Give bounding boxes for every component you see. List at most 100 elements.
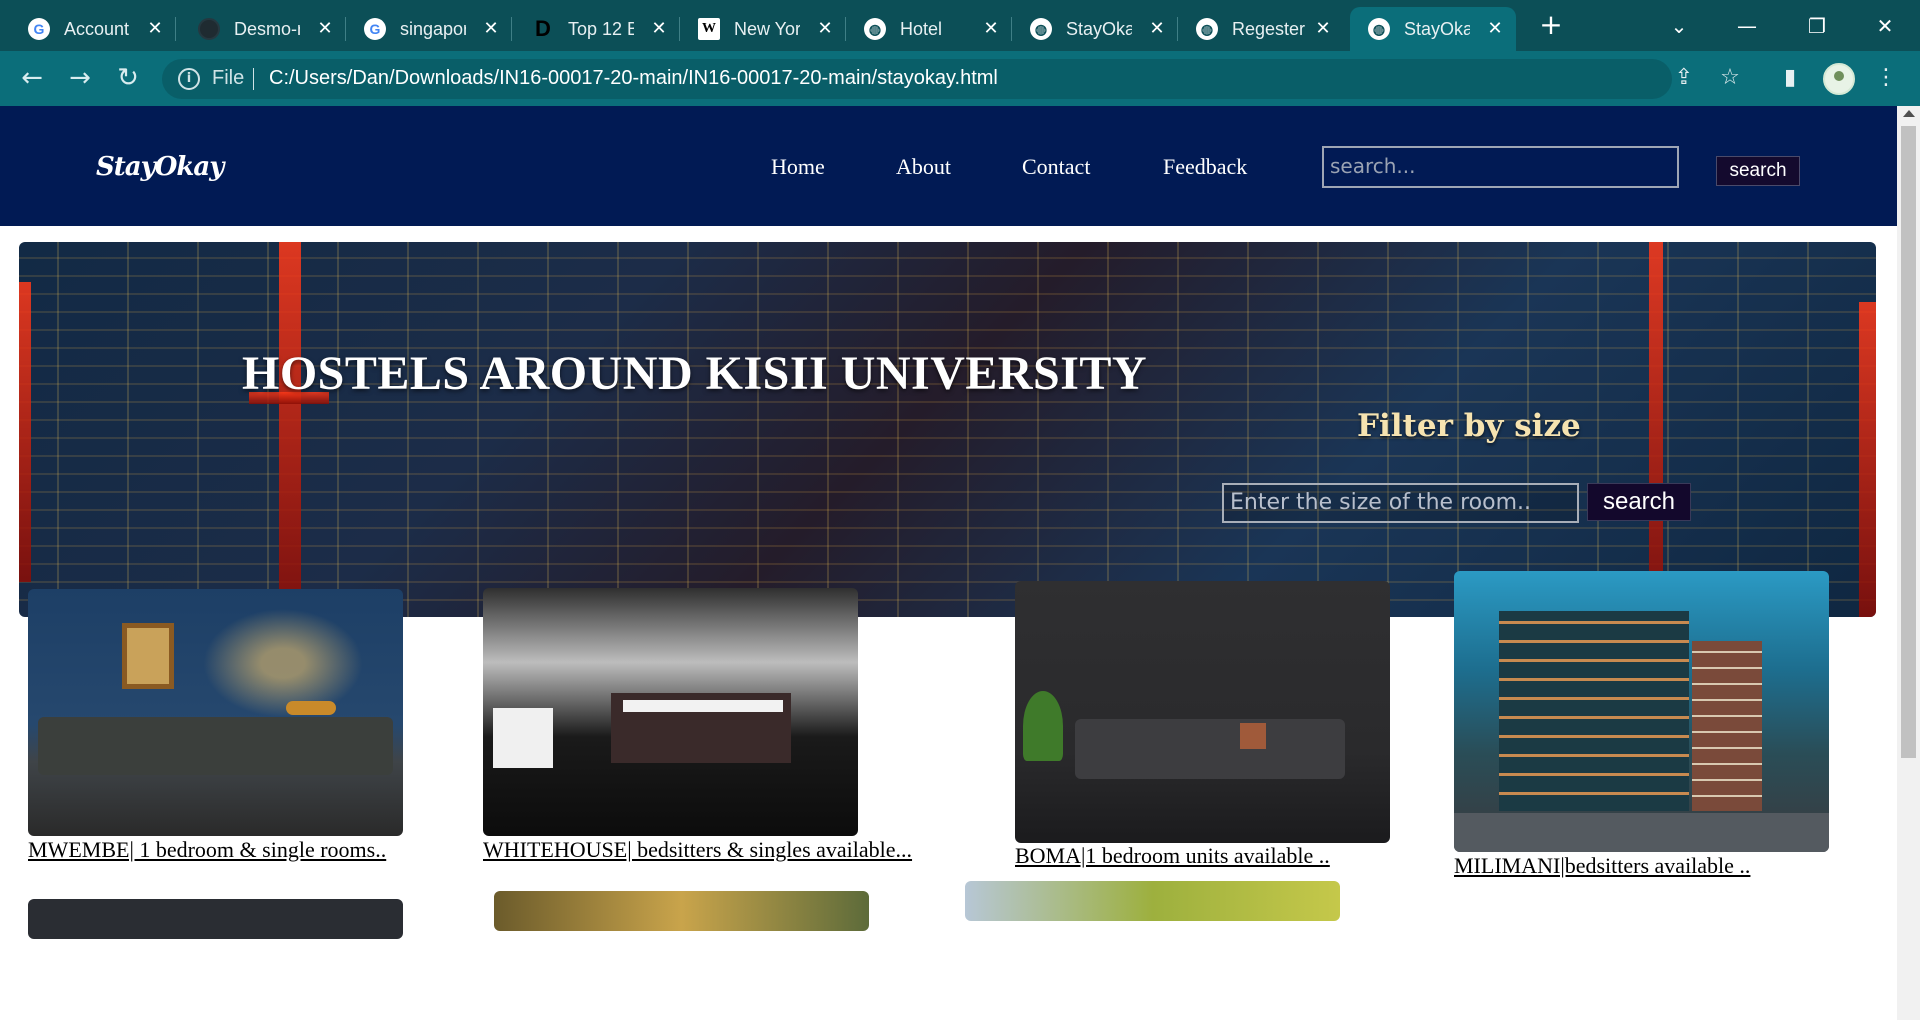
nav-home-link[interactable]: Home: [771, 154, 825, 180]
tab-title: singapor: [400, 18, 466, 39]
side-panel-icon[interactable]: ▮: [1774, 62, 1806, 94]
page-viewport: StayOkay Home About Contact Feedback sea…: [0, 106, 1897, 1020]
close-icon[interactable]: ✕: [314, 17, 336, 39]
tab-title: Regester: [1232, 18, 1306, 39]
share-icon[interactable]: ⇪: [1668, 62, 1700, 94]
menu-kebab-icon[interactable]: ⋮: [1870, 62, 1902, 94]
hero-title: HOSTELS AROUND KISII UNIVERSITY: [242, 347, 1148, 400]
site-search-button[interactable]: search: [1716, 156, 1800, 186]
bookmark-star-icon[interactable]: ☆: [1714, 62, 1746, 94]
browser-tab[interactable]: D Top 12 B ✕: [514, 7, 680, 51]
close-icon[interactable]: ✕: [1146, 17, 1168, 39]
globe-icon: ◍: [864, 18, 886, 40]
minimize-icon[interactable]: —: [1722, 8, 1772, 44]
browser-tab[interactable]: Desmo-r ✕: [180, 7, 346, 51]
browser-tab[interactable]: ◍ StayOkay ✕: [1012, 7, 1178, 51]
site-logo[interactable]: StayOkay: [96, 152, 224, 182]
browser-tab[interactable]: G Account ✕: [10, 7, 176, 51]
site-header: StayOkay Home About Contact Feedback sea…: [0, 106, 1897, 226]
reload-icon[interactable]: ↻: [110, 60, 146, 96]
headboard-decor: [623, 700, 783, 712]
browser-tab-active[interactable]: ◍ StayOkay ✕: [1350, 7, 1516, 51]
listing-link-mwembe[interactable]: MWEMBE| 1 bedroom & single rooms..: [28, 837, 386, 863]
github-icon: [198, 18, 220, 40]
globe-icon: ◍: [1030, 18, 1052, 40]
tab-title: Top 12 B: [568, 18, 634, 39]
tab-title: Account: [64, 18, 130, 39]
listing-link-milimani[interactable]: MILIMANI|bedsitters available ..: [1454, 853, 1750, 879]
sofa-decor: [1075, 719, 1345, 779]
site-search-input[interactable]: search...: [1322, 146, 1679, 188]
forward-arrow-icon[interactable]: →: [62, 60, 98, 96]
listing-image-milimani[interactable]: [1454, 571, 1829, 852]
plant-decor: [1023, 691, 1063, 761]
page-scrollbar[interactable]: [1897, 106, 1920, 1020]
close-icon[interactable]: ✕: [144, 17, 166, 39]
new-tab-button[interactable]: +: [1535, 10, 1567, 42]
address-divider: [253, 68, 254, 90]
daybed-decor: [38, 717, 393, 775]
street-decor: [1454, 813, 1829, 852]
close-icon[interactable]: ✕: [1312, 17, 1334, 39]
listing-image-mwembe[interactable]: [28, 589, 403, 836]
close-icon[interactable]: ✕: [980, 17, 1002, 39]
scroll-up-arrow-icon[interactable]: [1903, 110, 1915, 117]
listing-link-whitehouse[interactable]: WHITEHOUSE| bedsitters & singles availab…: [483, 837, 912, 863]
close-icon[interactable]: ✕: [1484, 17, 1506, 39]
building-decor: [1499, 611, 1689, 811]
tab-title: Desmo-r: [234, 18, 300, 39]
listing-image-partial[interactable]: [494, 891, 869, 931]
hero-banner: HOSTELS AROUND KISII UNIVERSITY Filter b…: [19, 242, 1876, 617]
tab-separator: [511, 17, 512, 41]
listing-link-boma[interactable]: BOMA|1 bedroom units available ..: [1015, 843, 1330, 869]
restore-icon[interactable]: ❐: [1792, 8, 1842, 44]
scrollbar-thumb[interactable]: [1901, 126, 1916, 758]
dresser-decor: [493, 708, 553, 768]
tab-separator: [175, 17, 176, 41]
tab-search-icon[interactable]: ⌄: [1654, 8, 1704, 44]
window-close-icon[interactable]: ✕: [1860, 8, 1910, 44]
nav-feedback-link[interactable]: Feedback: [1163, 154, 1247, 180]
listing-image-partial[interactable]: [965, 881, 1340, 921]
mirror-decor: [122, 623, 174, 689]
scheme-label: File: [212, 67, 245, 89]
google-icon: G: [28, 18, 50, 40]
globe-icon: ◍: [1196, 18, 1218, 40]
listing-image-whitehouse[interactable]: [483, 588, 858, 836]
browser-tab-strip: G Account ✕ Desmo-r ✕ G singapor ✕ D Top…: [0, 0, 1920, 51]
close-icon[interactable]: ✕: [648, 17, 670, 39]
cushion-decor: [1240, 723, 1266, 749]
back-arrow-icon[interactable]: ←: [14, 60, 50, 96]
nav-about-link[interactable]: About: [896, 154, 951, 180]
tab-title: New Yor: [734, 18, 800, 39]
tab-title: Hotel: [900, 18, 943, 39]
hero-tower-decor: [1859, 302, 1876, 617]
profile-avatar[interactable]: [1823, 63, 1855, 95]
nav-contact-link[interactable]: Contact: [1022, 154, 1090, 180]
close-icon[interactable]: ✕: [480, 17, 502, 39]
wikipedia-icon: W: [698, 18, 720, 40]
tab-title: StayOkay: [1066, 18, 1132, 39]
globe-icon: ◍: [1368, 18, 1390, 40]
google-icon: G: [364, 18, 386, 40]
filter-heading: Filter by size: [1357, 408, 1581, 444]
room-size-input[interactable]: Enter the size of the room..: [1222, 483, 1579, 523]
browser-tab[interactable]: ◍ Regester ✕: [1178, 7, 1344, 51]
tab-title: StayOkay: [1404, 18, 1470, 39]
hero-tower-decor: [19, 282, 31, 582]
browser-tab[interactable]: W New Yor ✕: [680, 7, 846, 51]
listing-image-partial[interactable]: [28, 899, 403, 939]
close-icon[interactable]: ✕: [814, 17, 836, 39]
hero-tower-decor: [1649, 242, 1663, 617]
url-text[interactable]: C:/Users/Dan/Downloads/IN16-00017-20-mai…: [269, 67, 998, 90]
info-icon[interactable]: i: [178, 68, 200, 90]
hero-tower-decor: [279, 242, 301, 617]
browser-toolbar: ← → ↻ i File C:/Users/Dan/Downloads/IN16…: [0, 51, 1920, 106]
browser-tab[interactable]: G singapor ✕: [346, 7, 512, 51]
listing-image-boma[interactable]: [1015, 581, 1390, 843]
address-bar[interactable]: i File C:/Users/Dan/Downloads/IN16-00017…: [162, 59, 1672, 99]
dev-icon: D: [535, 16, 551, 41]
building-decor: [1692, 641, 1762, 811]
browser-tab[interactable]: ◍ Hotel ✕: [846, 7, 1012, 51]
filter-search-button[interactable]: search: [1587, 483, 1691, 521]
